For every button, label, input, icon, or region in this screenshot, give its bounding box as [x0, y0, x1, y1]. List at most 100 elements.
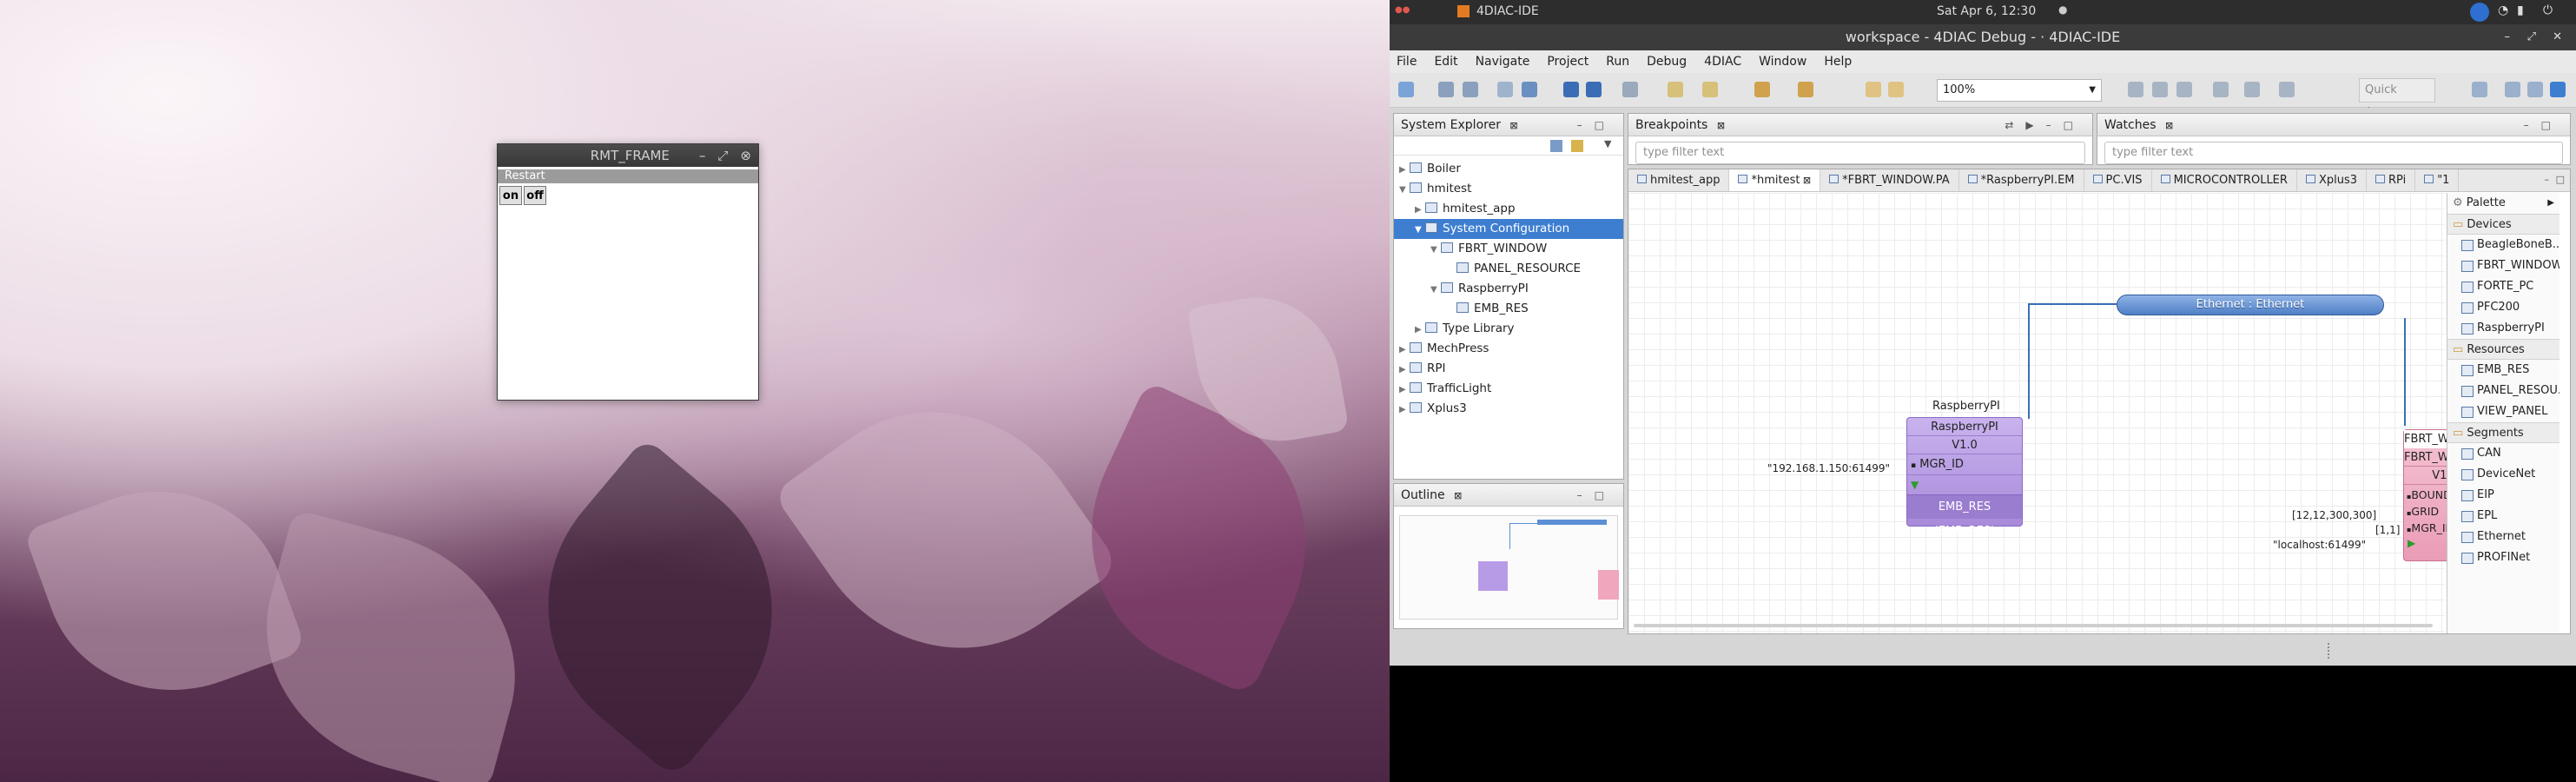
expand-toggle-icon[interactable]: ▼ [1399, 180, 1410, 200]
view-controls[interactable]: –□ [1577, 114, 1616, 136]
menu-debug[interactable]: Debug [1647, 55, 1687, 69]
editor-tab[interactable]: *FBRT_WINDOW.PA [1820, 169, 1959, 191]
quick-access-input[interactable]: Quick Access [2359, 78, 2435, 119]
expand-toggle-icon[interactable]: ▼ [1430, 280, 1441, 300]
expand-toggle-icon[interactable]: ▶ [1399, 340, 1410, 360]
watches-filter-input[interactable]: type filter text [2104, 142, 2563, 164]
palette-category[interactable]: ▭ Resources [2447, 339, 2559, 360]
tree-item[interactable]: ▼ FBRT_WINDOW [1394, 239, 1623, 259]
align-bottom-icon[interactable] [2279, 82, 2295, 97]
sash-handle[interactable] [2328, 643, 2331, 659]
expand-toggle-icon[interactable]: ▼ [1430, 240, 1441, 260]
save-all-icon[interactable] [1463, 82, 1478, 97]
window-dots-icon[interactable]: ●● [1395, 5, 1410, 15]
close-icon[interactable]: ⊗ [740, 148, 751, 163]
expand-toggle-icon[interactable]: ▶ [1415, 320, 1425, 340]
chevron-down-icon[interactable]: ▼ [2089, 80, 2096, 101]
breakpoints-header[interactable]: Breakpoints ⊠ ⇄▶–□ [1628, 114, 2092, 136]
new-icon[interactable] [1398, 82, 1414, 97]
menu-help[interactable]: Help [1824, 55, 1852, 69]
view-controls[interactable]: ⇄▶–□ [2005, 114, 2085, 136]
app-name[interactable]: 4DIAC-IDE [1476, 4, 1539, 18]
network-icon[interactable] [2470, 3, 2489, 22]
deploy-icon[interactable] [1522, 82, 1537, 97]
perspective-icon[interactable] [2472, 82, 2487, 97]
system-explorer-header[interactable]: System Explorer ⊠ –□ [1394, 114, 1623, 136]
palette-item[interactable]: PANEL_RESOU... [2447, 381, 2559, 401]
palette-item[interactable]: FBRT_WINDOW [2447, 255, 2559, 276]
tree-item[interactable]: EMB_RES [1394, 299, 1623, 319]
palette-item[interactable]: DeviceNet [2447, 464, 2559, 485]
debug-icon[interactable] [1563, 82, 1579, 97]
editor-tab[interactable]: hmitest_app [1628, 169, 1730, 191]
editor-tab[interactable]: Xplus3 [2297, 169, 2367, 191]
perspective-icon[interactable] [2505, 82, 2520, 97]
back-icon[interactable] [1754, 82, 1770, 97]
menu-window[interactable]: Window [1759, 55, 1807, 69]
palette-category[interactable]: ▭ Devices [2447, 214, 2559, 235]
minimize-icon[interactable]: – [699, 148, 706, 163]
undo-icon[interactable] [1866, 82, 1881, 97]
tree-item[interactable]: ▼ RaspberryPI [1394, 279, 1623, 299]
palette-item[interactable]: BeagleBoneB... [2447, 235, 2559, 255]
clock[interactable]: Sat Apr 6, 12:30 [1937, 4, 2036, 18]
redo-icon[interactable] [1888, 82, 1904, 97]
tree-item[interactable]: PANEL_RESOURCE [1394, 259, 1623, 279]
param-value[interactable]: [1,1] [2375, 524, 2400, 536]
palette-item[interactable]: EMB_RES [2447, 360, 2559, 381]
tree-item[interactable]: ▶ Type Library [1394, 319, 1623, 339]
collapse-all-icon[interactable] [1550, 140, 1562, 152]
rmt-frame-window[interactable]: RMT_FRAME – ⤢ ⊗ Restart on off [497, 143, 759, 401]
editor-tab[interactable]: "1 [2415, 169, 2460, 191]
close-icon[interactable]: ⊠ [1509, 120, 1517, 131]
expand-toggle-icon[interactable]: ▶ [1415, 200, 1425, 220]
tree-item[interactable]: ▶ Boiler [1394, 159, 1623, 179]
view-controls[interactable]: –□ [2524, 114, 2563, 136]
system-diagram-canvas[interactable]: Ethernet : Ethernet RaspberryPI Raspberr… [1628, 193, 2489, 633]
align-middle-icon[interactable] [2244, 82, 2260, 97]
align-top-icon[interactable] [2213, 82, 2229, 97]
tree-item[interactable]: ▶ hmitest_app [1394, 199, 1623, 219]
menu-run[interactable]: Run [1606, 55, 1629, 69]
raspberry-device-block[interactable]: RaspberryPI V1.0 ▪ MGR_ID ▼ EMB_RES (EMB… [1906, 417, 2023, 538]
maximize-icon[interactable]: ⤢ [2527, 24, 2536, 50]
expand-toggle-icon[interactable]: ▼ [1415, 220, 1425, 240]
sound-icon[interactable]: ◔ [2498, 3, 2508, 17]
tree-item[interactable]: ▶ Xplus3 [1394, 399, 1623, 419]
param-value[interactable]: "192.168.1.150:61499" [1767, 462, 1890, 474]
palette-item[interactable]: EPL [2447, 506, 2559, 527]
expand-toggle-icon[interactable]: ▶ [1399, 400, 1410, 420]
zoom-select[interactable]: 100% ▼ [1937, 79, 2102, 102]
param-name[interactable]: MGR_ID [1919, 458, 1964, 471]
palette-item[interactable]: PFC200 [2447, 297, 2559, 318]
next-annotation-icon[interactable] [1702, 82, 1718, 97]
minimize-icon[interactable]: – [2505, 24, 2511, 50]
power-icon[interactable]: ⏻ [2543, 3, 2553, 17]
resource-label[interactable]: EMB_RES (EMB_RES) [1907, 494, 2022, 538]
close-icon[interactable]: ⊠ [2165, 120, 2173, 131]
align-left-icon[interactable] [2128, 82, 2143, 97]
align-right-icon[interactable] [2176, 82, 2192, 97]
print-icon[interactable] [1497, 82, 1513, 97]
close-icon[interactable]: ⊠ [1454, 490, 1462, 501]
menu-edit[interactable]: Edit [1434, 55, 1457, 69]
perspective-icon[interactable] [2527, 82, 2543, 97]
expand-toggle-icon[interactable]: ▶ [1399, 160, 1410, 180]
raspberry-segment-link[interactable] [2028, 303, 2117, 419]
editor-tab[interactable]: RPi [2367, 169, 2416, 191]
link-editor-icon[interactable] [1571, 140, 1583, 152]
editor-tab[interactable]: *RaspberryPI.EM [1959, 169, 2084, 191]
param-name[interactable]: GRID [2411, 505, 2439, 518]
close-icon[interactable]: ⊠ [1800, 175, 1811, 186]
outline-header[interactable]: Outline ⊠ –□ [1394, 484, 1623, 507]
maximize-icon[interactable]: ⤢ [717, 148, 728, 163]
battery-icon[interactable]: ▮ [2517, 3, 2524, 17]
palette-category[interactable]: ▭ Segments [2447, 422, 2559, 443]
debug-perspective-icon[interactable] [2550, 82, 2566, 97]
menu-4diac[interactable]: 4DIAC [1704, 55, 1741, 69]
menu-file[interactable]: File [1397, 55, 1417, 69]
close-icon[interactable]: ✕ [2553, 24, 2562, 50]
monitor-icon[interactable] [1586, 82, 1602, 97]
expand-toggle-icon[interactable]: ▶ [1399, 380, 1410, 400]
expand-toggle-icon[interactable]: ▶ [1399, 360, 1410, 380]
